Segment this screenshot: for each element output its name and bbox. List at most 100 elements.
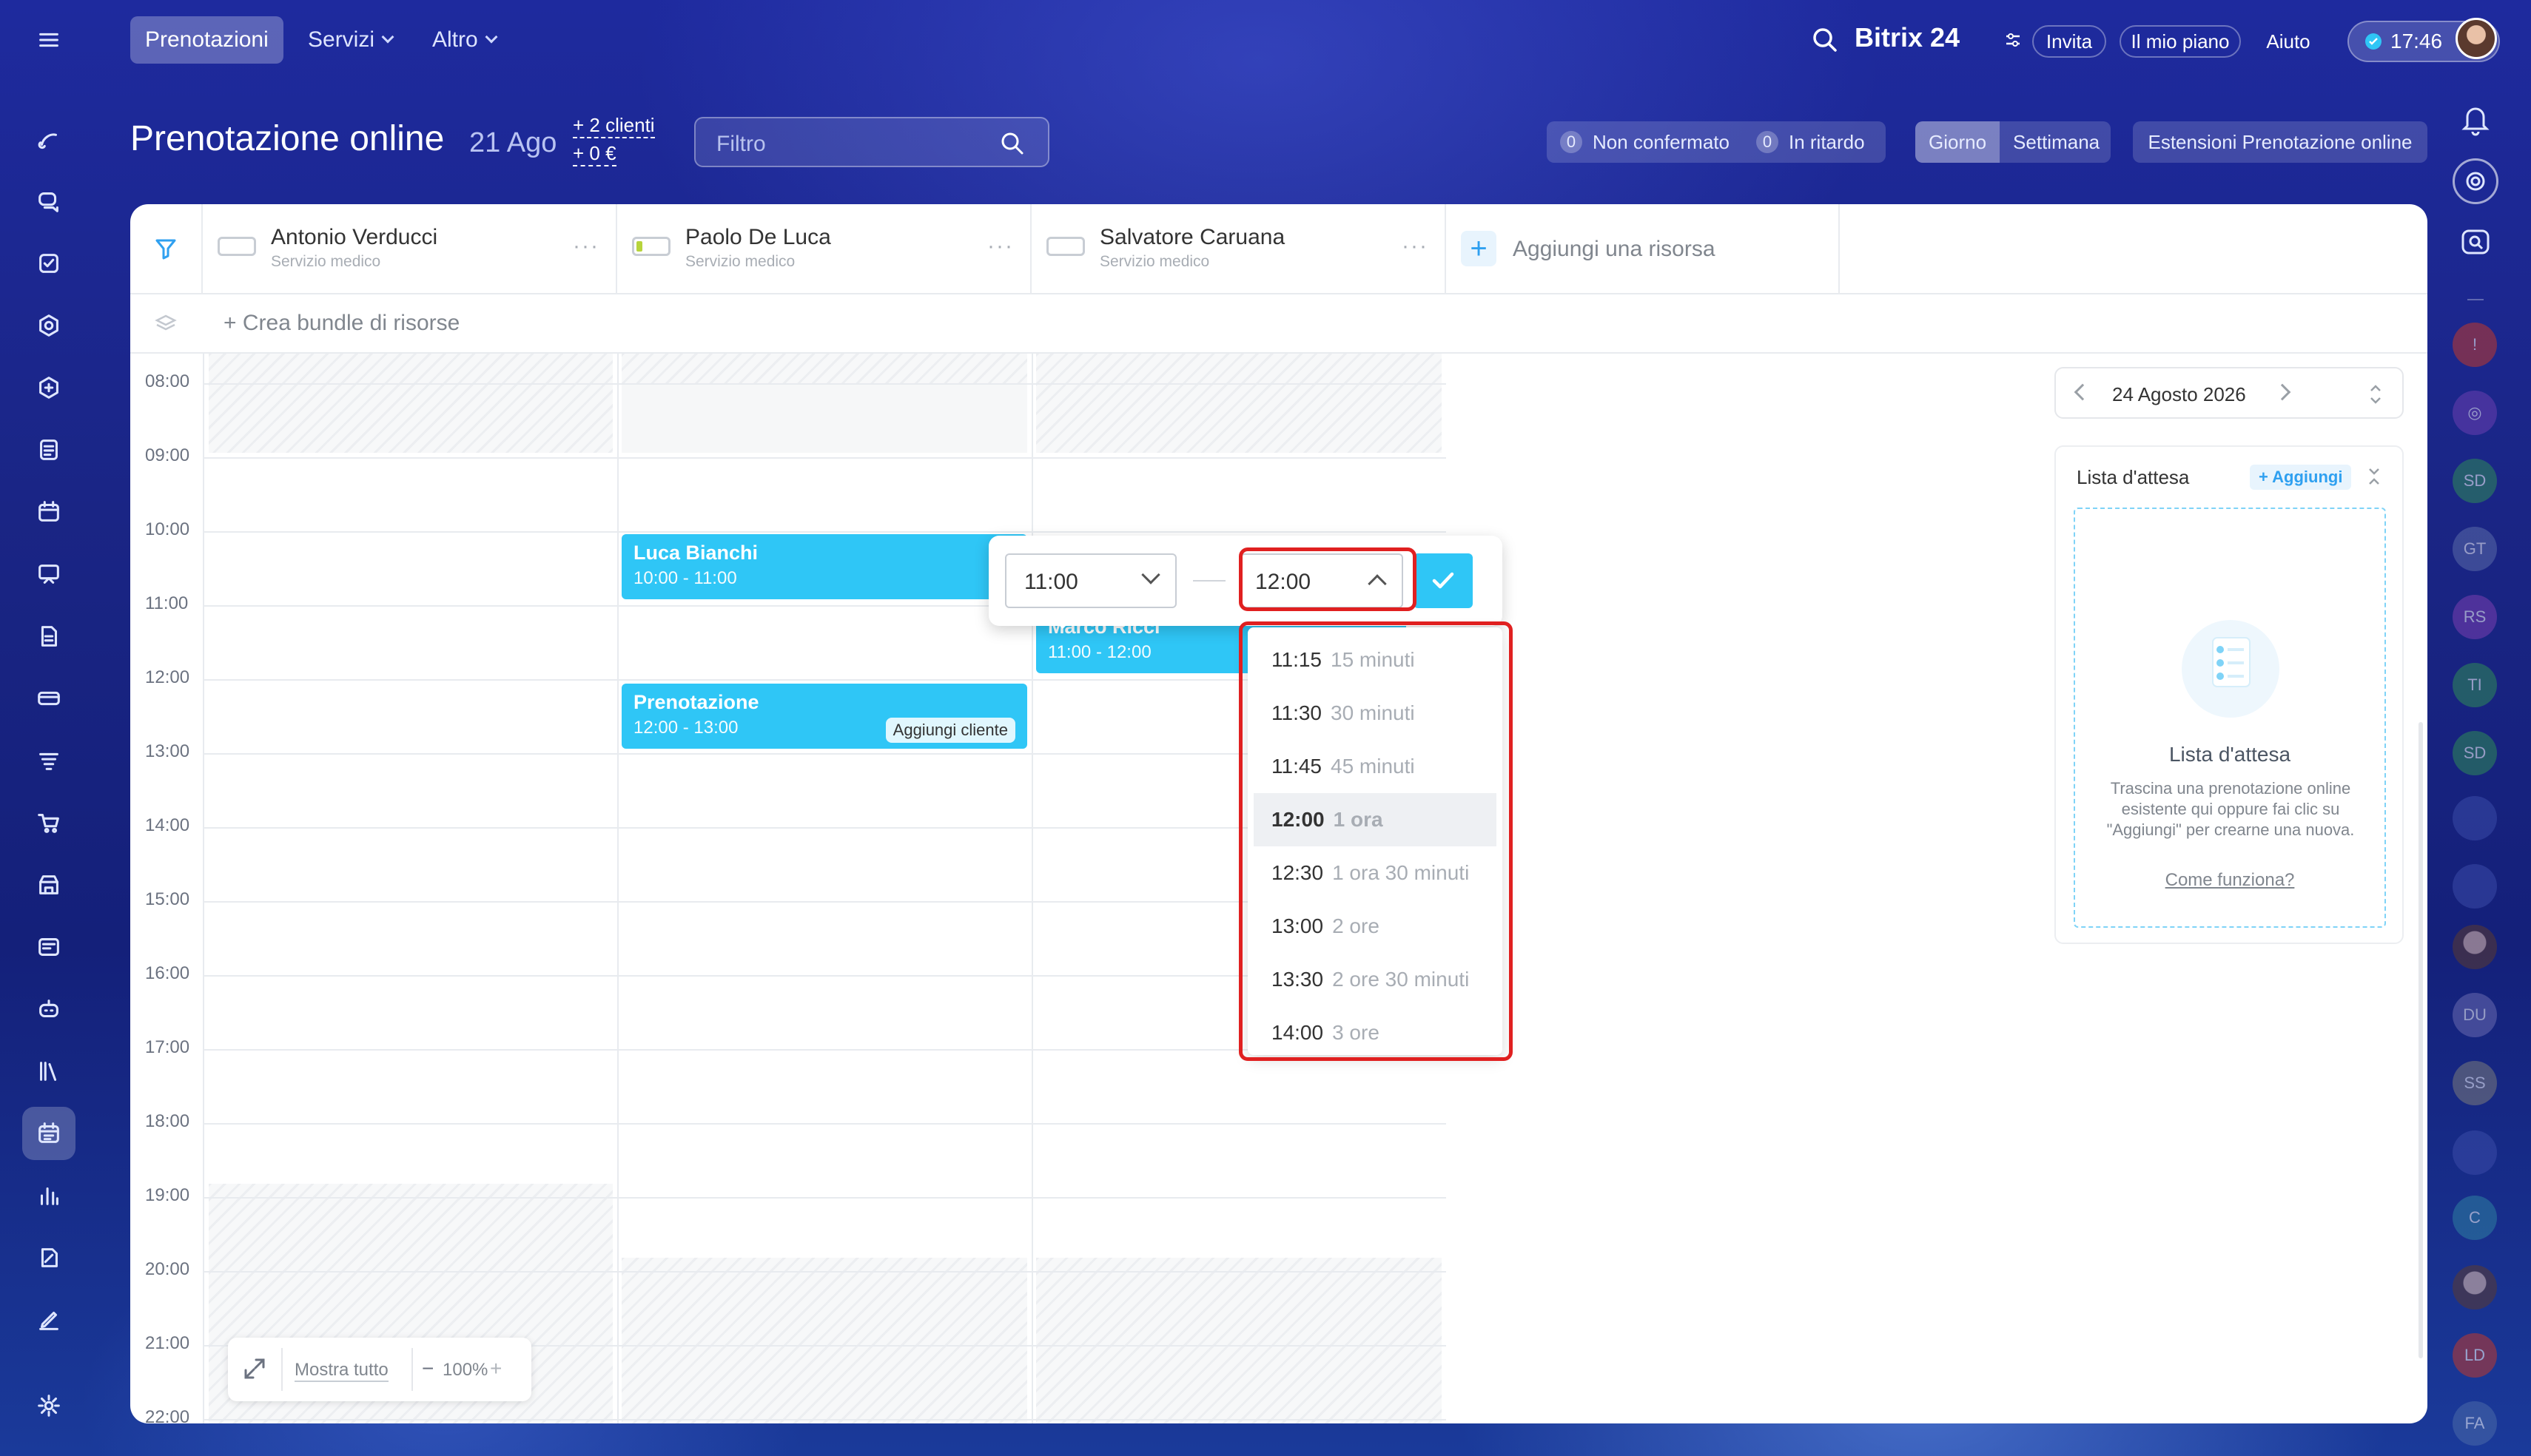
booking-card[interactable]: Luca Bianchi 10:00 - 11:00: [622, 534, 1033, 599]
library-icon[interactable]: [22, 1045, 75, 1098]
filter-list-icon[interactable]: [22, 734, 75, 787]
layers-icon: [155, 314, 177, 331]
zoom-in-button[interactable]: +: [490, 1357, 502, 1381]
calendar-icon[interactable]: [22, 485, 75, 539]
unconfirmed-filter[interactable]: 0 Non confermato: [1560, 131, 1730, 154]
divider: [281, 1348, 283, 1391]
board-icon[interactable]: [22, 547, 75, 601]
booking-card[interactable]: Prenotazione 12:00 - 13:00 Aggiungi clie…: [622, 684, 1027, 749]
tab-servizi[interactable]: Servizi: [293, 16, 407, 64]
avatar[interactable]: [2456, 18, 2497, 59]
user-avatar[interactable]: [2453, 1130, 2497, 1175]
tab-altro[interactable]: Altro: [417, 16, 511, 64]
chat-avatar[interactable]: RS: [2453, 595, 2497, 639]
crm-icon[interactable]: [22, 299, 75, 352]
settings-icon[interactable]: [22, 1379, 75, 1432]
filter-icon[interactable]: [154, 237, 178, 260]
user-avatar[interactable]: [2453, 796, 2497, 840]
start-time-select[interactable]: 11:00: [1005, 553, 1177, 608]
clients-link[interactable]: + 2 clienti: [573, 114, 655, 138]
menu-icon[interactable]: [22, 13, 75, 67]
view-day-button[interactable]: Giorno: [1915, 121, 2000, 163]
add-client-button[interactable]: Aggiungi cliente: [885, 718, 1015, 743]
user-avatar[interactable]: [2453, 1265, 2497, 1310]
expand-vertical-icon[interactable]: [2367, 382, 2384, 407]
current-date[interactable]: 24 Agosto 2026: [2112, 383, 2246, 406]
show-all-link[interactable]: Mostra tutto: [295, 1360, 389, 1382]
amount-link[interactable]: + 0 €: [573, 142, 616, 166]
notification-dot-icon[interactable]: !: [2453, 323, 2497, 367]
sliders-icon[interactable]: [2004, 31, 2022, 49]
search-chat-icon[interactable]: [2453, 220, 2498, 266]
more-icon[interactable]: ···: [1402, 234, 1428, 259]
hour-line: [203, 531, 1446, 533]
booking-title: Prenotazione: [633, 691, 759, 713]
user-avatar[interactable]: [2453, 925, 2497, 969]
bell-icon[interactable]: [2453, 96, 2498, 142]
chat-avatar[interactable]: LD: [2453, 1333, 2497, 1378]
search-icon[interactable]: [1810, 25, 1840, 55]
confirm-button[interactable]: [1414, 553, 1473, 608]
zoom-level: 100%: [443, 1360, 488, 1380]
hour-label: 13:00: [145, 741, 190, 761]
cart-icon[interactable]: [22, 796, 75, 849]
tasks-icon[interactable]: [22, 237, 75, 290]
copilot-avatar-icon[interactable]: ◎: [2453, 391, 2497, 435]
chevron-down-icon: [485, 30, 498, 44]
documents-icon[interactable]: [22, 423, 75, 476]
how-it-works-link[interactable]: Come funziona?: [2075, 870, 2384, 891]
chevron-right-icon[interactable]: [2273, 383, 2291, 401]
more-icon[interactable]: ···: [987, 234, 1014, 259]
hour-label: 10:00: [145, 519, 190, 539]
robot-icon[interactable]: [22, 983, 75, 1036]
more-icon[interactable]: ···: [573, 234, 599, 259]
scrollbar[interactable]: [2419, 722, 2423, 1358]
analytics-icon[interactable]: [22, 1169, 75, 1222]
pen-icon[interactable]: [22, 1293, 75, 1347]
store-icon[interactable]: [22, 858, 75, 911]
chat-avatar[interactable]: SS: [2453, 1061, 2497, 1105]
unavailable-slot: [1036, 354, 1442, 453]
create-bundle-link[interactable]: + Crea bundle di risorse: [223, 311, 460, 336]
file-icon[interactable]: [22, 610, 75, 663]
sign-icon[interactable]: [22, 1231, 75, 1284]
chat-avatar[interactable]: TI: [2453, 663, 2497, 707]
expand-icon[interactable]: [241, 1355, 268, 1382]
filter-input[interactable]: Filtro: [694, 117, 1049, 167]
collapse-icon[interactable]: [2365, 466, 2383, 487]
resource-header[interactable]: Salvatore Caruana Servizio medico ···: [1032, 204, 1446, 293]
chevron-left-icon[interactable]: [2074, 383, 2091, 401]
chat-avatar[interactable]: SD: [2453, 459, 2497, 503]
resource-header[interactable]: Antonio Verducci Servizio medico ···: [203, 204, 617, 293]
user-avatar[interactable]: [2453, 864, 2497, 909]
plan-button[interactable]: Il mio piano: [2120, 25, 2241, 58]
chat-avatar[interactable]: C: [2453, 1196, 2497, 1240]
add-resource-button[interactable]: + Aggiungi una risorsa: [1446, 204, 1840, 293]
view-switch: Giorno Settimana: [1915, 121, 2111, 163]
chat-avatar[interactable]: GT: [2453, 527, 2497, 571]
feed-icon[interactable]: [22, 112, 75, 166]
hour-line: [203, 1419, 1446, 1420]
zoom-out-button[interactable]: −: [422, 1357, 434, 1381]
resource-name: Salvatore Caruana: [1100, 225, 1285, 249]
late-filter[interactable]: 0 In ritardo: [1755, 131, 1865, 154]
add-waitlist-button[interactable]: + Aggiungi: [2250, 465, 2352, 490]
tab-prenotazioni[interactable]: Prenotazioni: [130, 16, 283, 64]
booking-time: 12:00 - 13:00: [633, 718, 739, 738]
extensions-button[interactable]: Estensioni Prenotazione online: [2133, 121, 2427, 163]
chat-avatar[interactable]: FA: [2453, 1401, 2497, 1446]
chat-icon[interactable]: [22, 175, 75, 228]
view-week-button[interactable]: Settimana: [2000, 131, 2111, 154]
sites-icon[interactable]: [22, 920, 75, 974]
invite-button[interactable]: Invita: [2032, 25, 2106, 58]
card-icon[interactable]: [22, 672, 75, 725]
waitlist-dropzone[interactable]: Lista d'attesa Trascina una prenotazione…: [2074, 508, 2386, 928]
chat-avatar[interactable]: SD: [2453, 731, 2497, 775]
resource-header[interactable]: Paolo De Luca Servizio medico ···: [617, 204, 1032, 293]
chat-avatar[interactable]: DU: [2453, 993, 2497, 1037]
copilot-icon[interactable]: [2453, 158, 2498, 204]
popup-arrow: [1052, 619, 1073, 629]
booking-icon[interactable]: [22, 1107, 75, 1160]
help-button[interactable]: Aiuto: [2254, 25, 2322, 58]
automation-icon[interactable]: [22, 361, 75, 414]
